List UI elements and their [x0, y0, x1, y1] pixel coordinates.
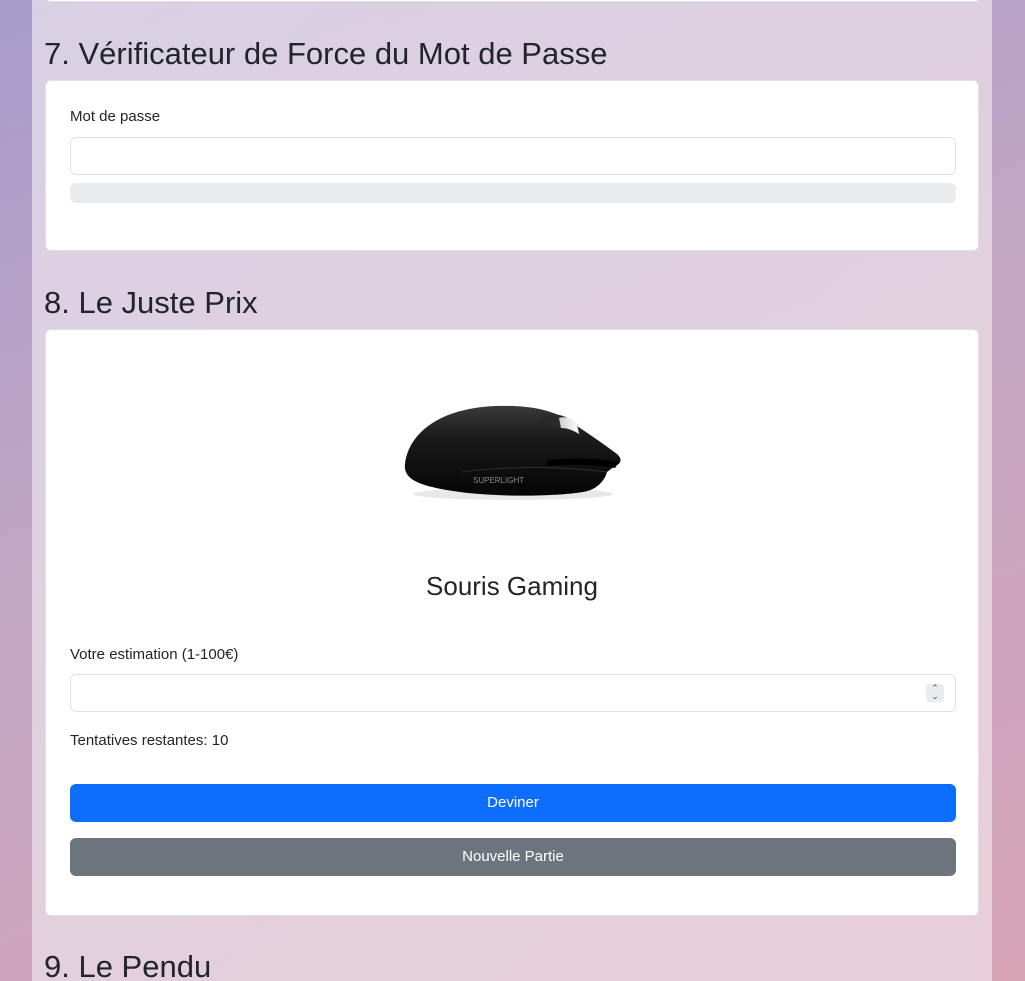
- attempts-remaining: Tentatives restantes: 10: [70, 732, 229, 749]
- new-game-button[interactable]: Nouvelle Partie: [70, 838, 956, 876]
- previous-card-edge: [45, 0, 981, 2]
- password-input[interactable]: [70, 137, 956, 175]
- password-strength-bar: [70, 183, 956, 203]
- gaming-mouse-image: SUPERLIGHT: [404, 405, 621, 500]
- password-label: Mot de passe: [70, 108, 161, 125]
- price-game-card: SUPERLIGHT Souris Gaming Votre estimatio…: [45, 329, 979, 916]
- guess-input[interactable]: [70, 674, 956, 712]
- password-section-title: 7. Vérificateur de Force du Mot de Passe: [44, 36, 608, 71]
- main-container: 7. Vérificateur de Force du Mot de Passe…: [32, 0, 992, 981]
- price-game-section-title: 8. Le Juste Prix: [44, 285, 258, 320]
- guess-button[interactable]: Deviner: [70, 784, 956, 822]
- guess-label: Votre estimation (1-100€): [70, 646, 239, 663]
- hangman-section-title: 9. Le Pendu: [44, 949, 212, 981]
- product-name: Souris Gaming: [426, 571, 598, 601]
- number-spinner[interactable]: ⌃ ⌄: [926, 684, 944, 702]
- password-card: Mot de passe: [45, 80, 979, 251]
- chevron-down-icon[interactable]: ⌄: [926, 692, 944, 701]
- mouse-brand-text: SUPERLIGHT: [473, 476, 524, 485]
- guess-field-wrapper: ⌃ ⌄: [70, 674, 956, 712]
